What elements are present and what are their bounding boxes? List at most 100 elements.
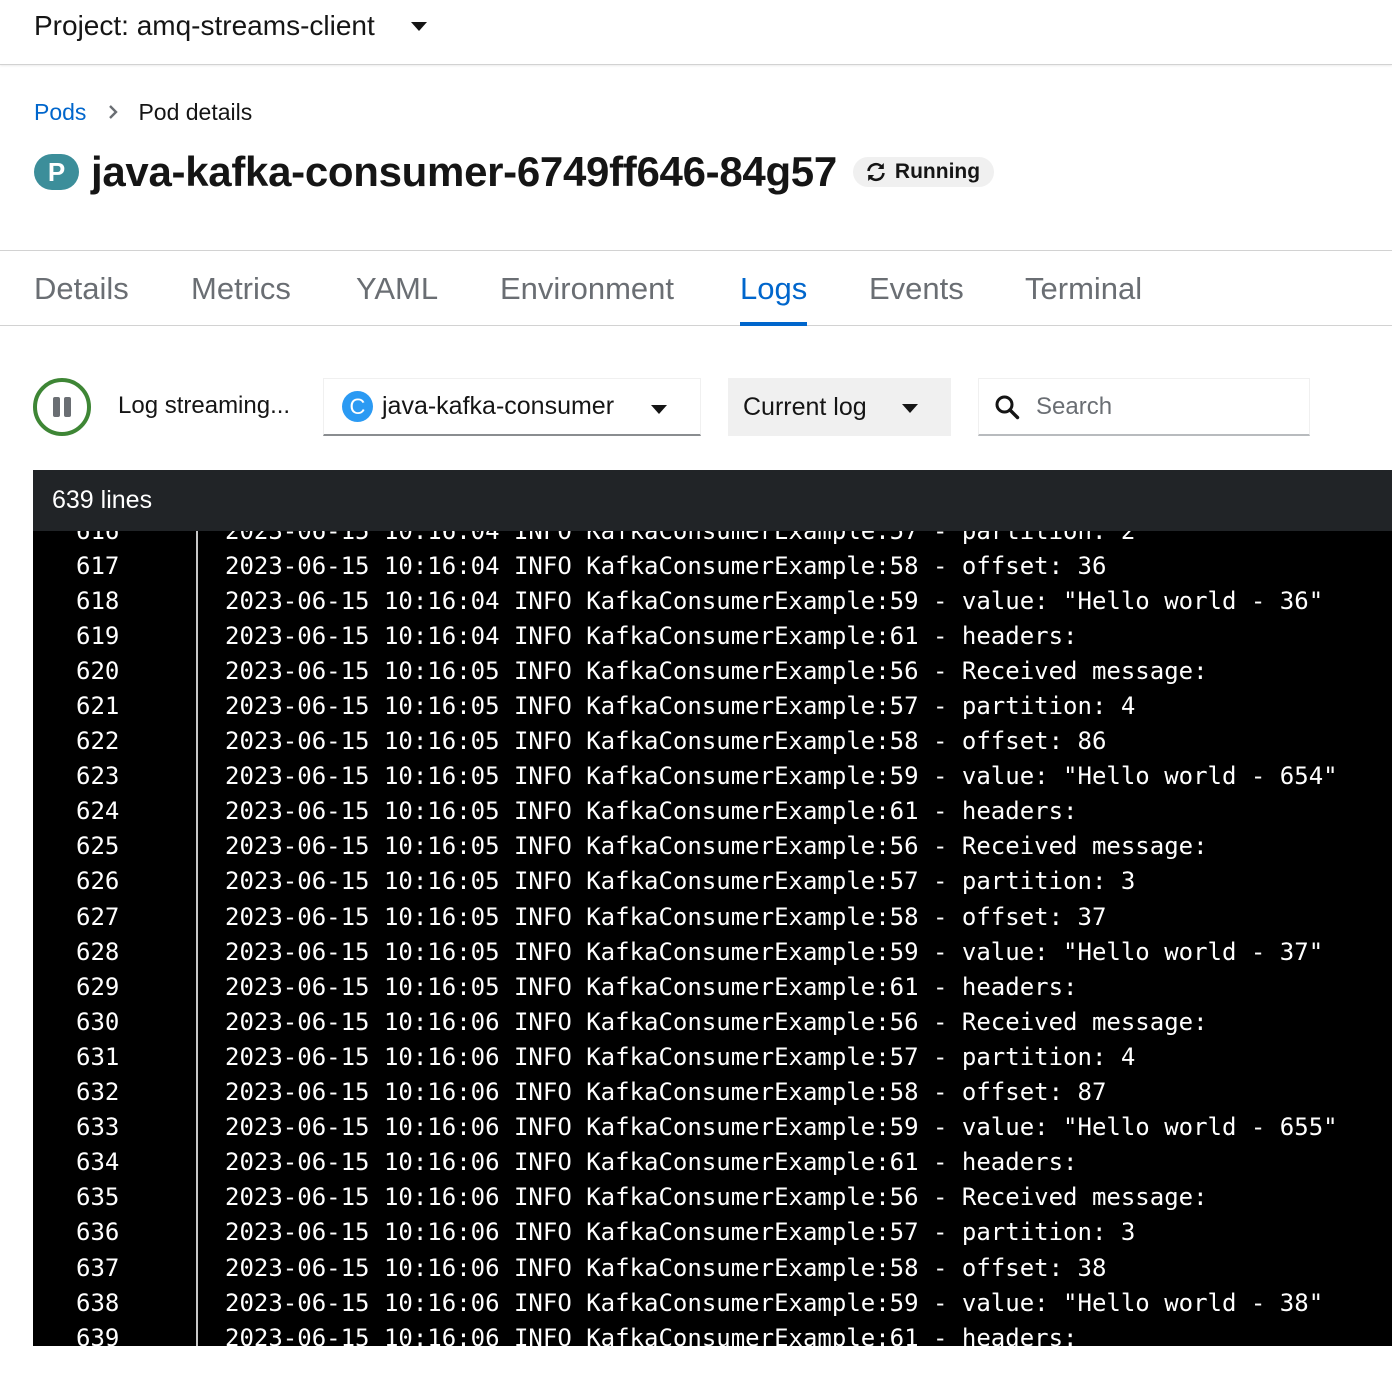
log-line-number: 626 [76, 867, 120, 896]
log-line-text: 2023-06-15 10:16:06 INFO KafkaConsumerEx… [225, 1253, 1107, 1282]
status-text: Running [894, 160, 981, 183]
log-line: 626 2023-06-15 10:16:05 INFO KafkaConsume… [33, 864, 1392, 899]
log-search [978, 378, 1310, 436]
log-line-text: 2023-06-15 10:16:05 INFO KafkaConsumerEx… [225, 972, 1078, 1001]
tab-details[interactable]: Details [34, 251, 129, 326]
log-line: 620 2023-06-15 10:16:05 INFO KafkaConsume… [33, 653, 1392, 688]
breadcrumb-current: Pod details [138, 98, 253, 125]
log-line-text: 2023-06-15 10:16:05 INFO KafkaConsumerEx… [225, 692, 1136, 721]
log-line-text: 2023-06-15 10:16:06 INFO KafkaConsumerEx… [225, 1042, 1136, 1071]
log-line: 617 2023-06-15 10:16:04 INFO KafkaConsume… [33, 548, 1392, 583]
log-line-number: 616 [33, 531, 197, 545]
log-line-text: 2023-06-15 10:16:04 INFO KafkaConsumerEx… [225, 586, 1324, 615]
pause-icon [51, 397, 73, 417]
log-line-number: 637 [76, 1253, 120, 1282]
log-line-number: 628 [76, 937, 120, 966]
log-toolbar: Log streaming... C java-kafka-consumer C… [0, 376, 1392, 440]
log-line-number: 634 [76, 1148, 120, 1177]
breadcrumb: Pods Pod details [34, 96, 252, 128]
log-line: 622 2023-06-15 10:16:05 INFO KafkaConsume… [33, 724, 1392, 759]
tab-bar: Details Metrics YAML Environment Logs Ev… [0, 250, 1392, 326]
log-line: 625 2023-06-15 10:16:05 INFO KafkaConsume… [33, 829, 1392, 864]
page-title: java-kafka-consumer-6749ff646-84g57 [91, 148, 837, 195]
log-type-select[interactable]: Current log [728, 378, 951, 436]
log-line-number: 627 [76, 902, 120, 931]
chevron-right-icon [108, 104, 119, 120]
log-line-text: 2023-06-15 10:16:05 INFO KafkaConsumerEx… [225, 656, 1208, 685]
log-line-number: 629 [76, 972, 120, 1001]
log-line-text: 2023-06-15 10:16:05 INFO KafkaConsumerEx… [225, 762, 1338, 791]
project-selector[interactable]: Project: amq-streams-client [34, 8, 427, 44]
log-type-select-value: Current log [743, 392, 867, 421]
log-line: 619 2023-06-15 10:16:04 INFO KafkaConsume… [33, 618, 1392, 653]
log-line-number: 632 [76, 1078, 120, 1107]
log-window[interactable]: 6162023-06-15 10:16:04 INFO KafkaConsume… [33, 531, 1392, 1346]
log-line: 621 2023-06-15 10:16:05 INFO KafkaConsume… [33, 688, 1392, 723]
log-line-text: 2023-06-15 10:16:04 INFO KafkaConsumerEx… [197, 531, 1135, 545]
tab-logs[interactable]: Logs [740, 251, 808, 326]
log-line-number: 633 [76, 1113, 120, 1142]
log-line-text: 2023-06-15 10:16:06 INFO KafkaConsumerEx… [225, 1113, 1338, 1142]
log-line-text: 2023-06-15 10:16:05 INFO KafkaConsumerEx… [225, 937, 1324, 966]
search-icon [995, 395, 1020, 419]
log-line-number: 618 [76, 586, 120, 615]
log-line: 636 2023-06-15 10:16:06 INFO KafkaConsume… [33, 1215, 1392, 1250]
log-line-text: 2023-06-15 10:16:04 INFO KafkaConsumerEx… [225, 551, 1107, 580]
tab-terminal[interactable]: Terminal [1025, 251, 1142, 326]
log-line-number: 625 [76, 832, 120, 861]
log-line: 639 2023-06-15 10:16:06 INFO KafkaConsume… [33, 1320, 1392, 1346]
log-line-number: 617 [76, 551, 120, 580]
log-line-text: 2023-06-15 10:16:06 INFO KafkaConsumerEx… [225, 1218, 1136, 1247]
log-line: 629 2023-06-15 10:16:05 INFO KafkaConsume… [33, 969, 1392, 1004]
container-select[interactable]: C java-kafka-consumer [323, 378, 701, 436]
search-input[interactable] [1036, 392, 1286, 421]
project-selector-label: Project: amq-streams-client [34, 10, 375, 41]
log-line: 624 2023-06-15 10:16:05 INFO KafkaConsume… [33, 794, 1392, 829]
container-select-value: java-kafka-consumer [382, 392, 615, 420]
log-line-number: 638 [76, 1288, 120, 1317]
log-line: 634 2023-06-15 10:16:06 INFO KafkaConsume… [33, 1145, 1392, 1180]
log-line-text: 2023-06-15 10:16:04 INFO KafkaConsumerEx… [225, 621, 1078, 650]
log-line-number: 635 [76, 1183, 120, 1212]
log-line-number: 624 [76, 797, 120, 826]
log-line-text: 2023-06-15 10:16:06 INFO KafkaConsumerEx… [225, 1288, 1324, 1317]
log-line: 623 2023-06-15 10:16:05 INFO KafkaConsume… [33, 759, 1392, 794]
tab-environment[interactable]: Environment [500, 251, 674, 326]
log-line-text: 2023-06-15 10:16:06 INFO KafkaConsumerEx… [225, 1323, 1078, 1346]
log-line-text: 2023-06-15 10:16:05 INFO KafkaConsumerEx… [225, 727, 1107, 756]
log-line-number: 622 [76, 727, 120, 756]
log-line: 627 2023-06-15 10:16:05 INFO KafkaConsume… [33, 899, 1392, 934]
caret-down-icon [410, 21, 427, 31]
log-line: 637 2023-06-15 10:16:06 INFO KafkaConsume… [33, 1250, 1392, 1285]
log-line: 6162023-06-15 10:16:04 INFO KafkaConsume… [33, 531, 1392, 548]
breadcrumb-link-pods[interactable]: Pods [34, 99, 86, 126]
tab-metrics[interactable]: Metrics [191, 251, 291, 326]
log-line: 618 2023-06-15 10:16:04 INFO KafkaConsume… [33, 583, 1392, 618]
pause-streaming-button[interactable] [33, 378, 91, 436]
tab-yaml[interactable]: YAML [356, 251, 438, 326]
tab-events[interactable]: Events [869, 251, 964, 326]
log-line: 631 2023-06-15 10:16:06 INFO KafkaConsume… [33, 1039, 1392, 1074]
sync-icon [867, 162, 885, 182]
log-line: 630 2023-06-15 10:16:06 INFO KafkaConsume… [33, 1004, 1392, 1039]
log-line: 633 2023-06-15 10:16:06 INFO KafkaConsume… [33, 1110, 1392, 1145]
log-line-text: 2023-06-15 10:16:06 INFO KafkaConsumerEx… [225, 1007, 1208, 1036]
log-line-text: 2023-06-15 10:16:06 INFO KafkaConsumerEx… [225, 1078, 1107, 1107]
log-streaming-label: Log streaming... [118, 392, 291, 419]
log-line-text: 2023-06-15 10:16:05 INFO KafkaConsumerEx… [225, 867, 1136, 896]
log-line: 635 2023-06-15 10:16:06 INFO KafkaConsume… [33, 1180, 1392, 1215]
log-window-header: 639 lines [33, 470, 1392, 531]
log-line-number: 621 [76, 692, 120, 721]
log-line-number: 619 [76, 621, 120, 650]
page-title-row: P java-kafka-consumer-6749ff646-84g57 Ru… [34, 144, 995, 200]
status-badge: Running [852, 157, 995, 187]
log-line-text: 2023-06-15 10:16:06 INFO KafkaConsumerEx… [225, 1148, 1078, 1177]
log-line-number: 631 [76, 1042, 120, 1071]
log-line-number: 623 [76, 762, 120, 791]
log-line-number: 639 [76, 1323, 120, 1346]
log-line-text: 2023-06-15 10:16:05 INFO KafkaConsumerEx… [225, 797, 1078, 826]
log-line-number: 620 [76, 656, 120, 685]
log-line-text: 2023-06-15 10:16:05 INFO KafkaConsumerEx… [225, 902, 1107, 931]
caret-down-icon [651, 405, 667, 414]
log-line-text: 2023-06-15 10:16:05 INFO KafkaConsumerEx… [225, 832, 1208, 861]
